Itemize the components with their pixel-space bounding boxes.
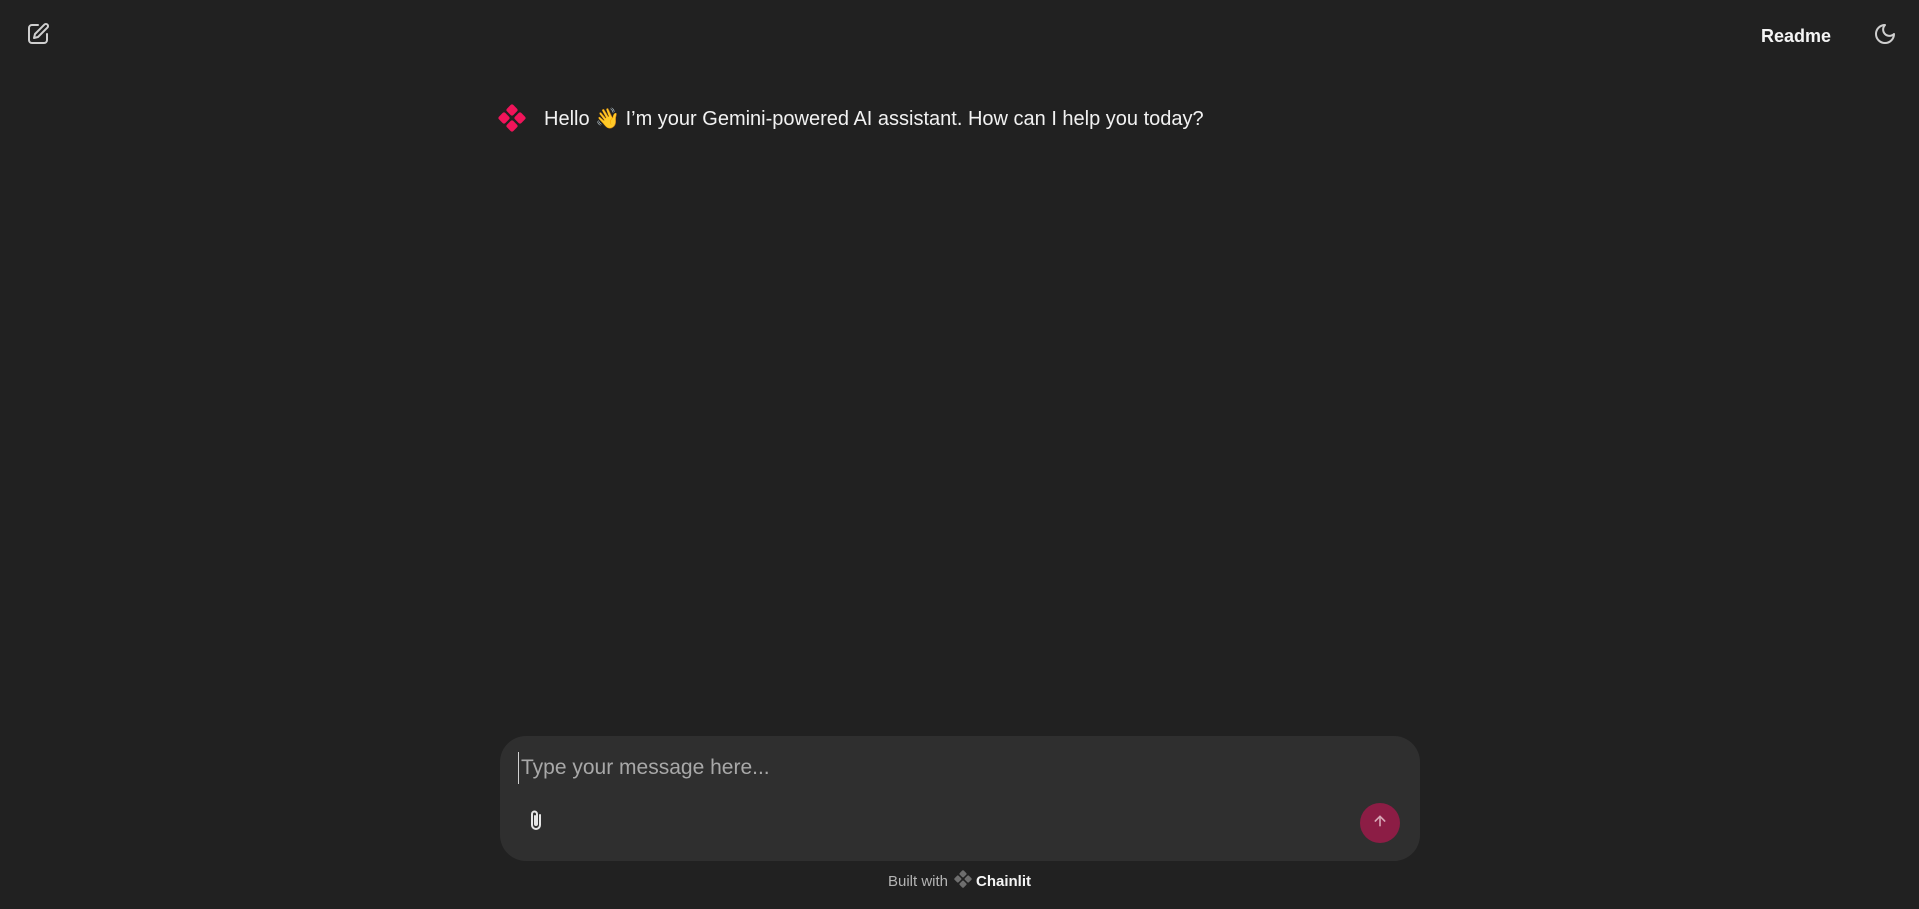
footer: Built with Chainlit (0, 870, 1919, 892)
moon-icon (1873, 22, 1897, 51)
chainlit-brand-label: Chainlit (976, 872, 1032, 890)
chainlit-logo-icon (954, 870, 972, 892)
message-text: Hello 👋 I’m your Gemini-powered AI assis… (544, 107, 1204, 130)
attach-file-button[interactable] (520, 806, 552, 840)
arrow-up-icon (1372, 813, 1388, 834)
assistant-message: Hello 👋 I’m your Gemini-powered AI assis… (498, 104, 1420, 132)
paperclip-icon (524, 807, 548, 840)
new-chat-button[interactable] (20, 18, 56, 54)
theme-toggle-button[interactable] (1867, 18, 1903, 54)
built-with-label: Built with (887, 872, 949, 890)
chainlit-link[interactable]: Chainlit (954, 870, 1031, 892)
readme-button[interactable]: Readme (1751, 22, 1841, 50)
message-input[interactable] (518, 752, 1383, 784)
chat-app: Readme Hello 👋 I’m your Gemini-powered A… (0, 0, 1919, 909)
send-button[interactable] (1360, 803, 1400, 843)
header: Readme (0, 0, 1919, 72)
chainlit-logo-icon (498, 104, 526, 132)
edit-icon (26, 22, 50, 51)
message-list: Hello 👋 I’m your Gemini-powered AI assis… (498, 104, 1420, 132)
message-composer (500, 736, 1420, 861)
